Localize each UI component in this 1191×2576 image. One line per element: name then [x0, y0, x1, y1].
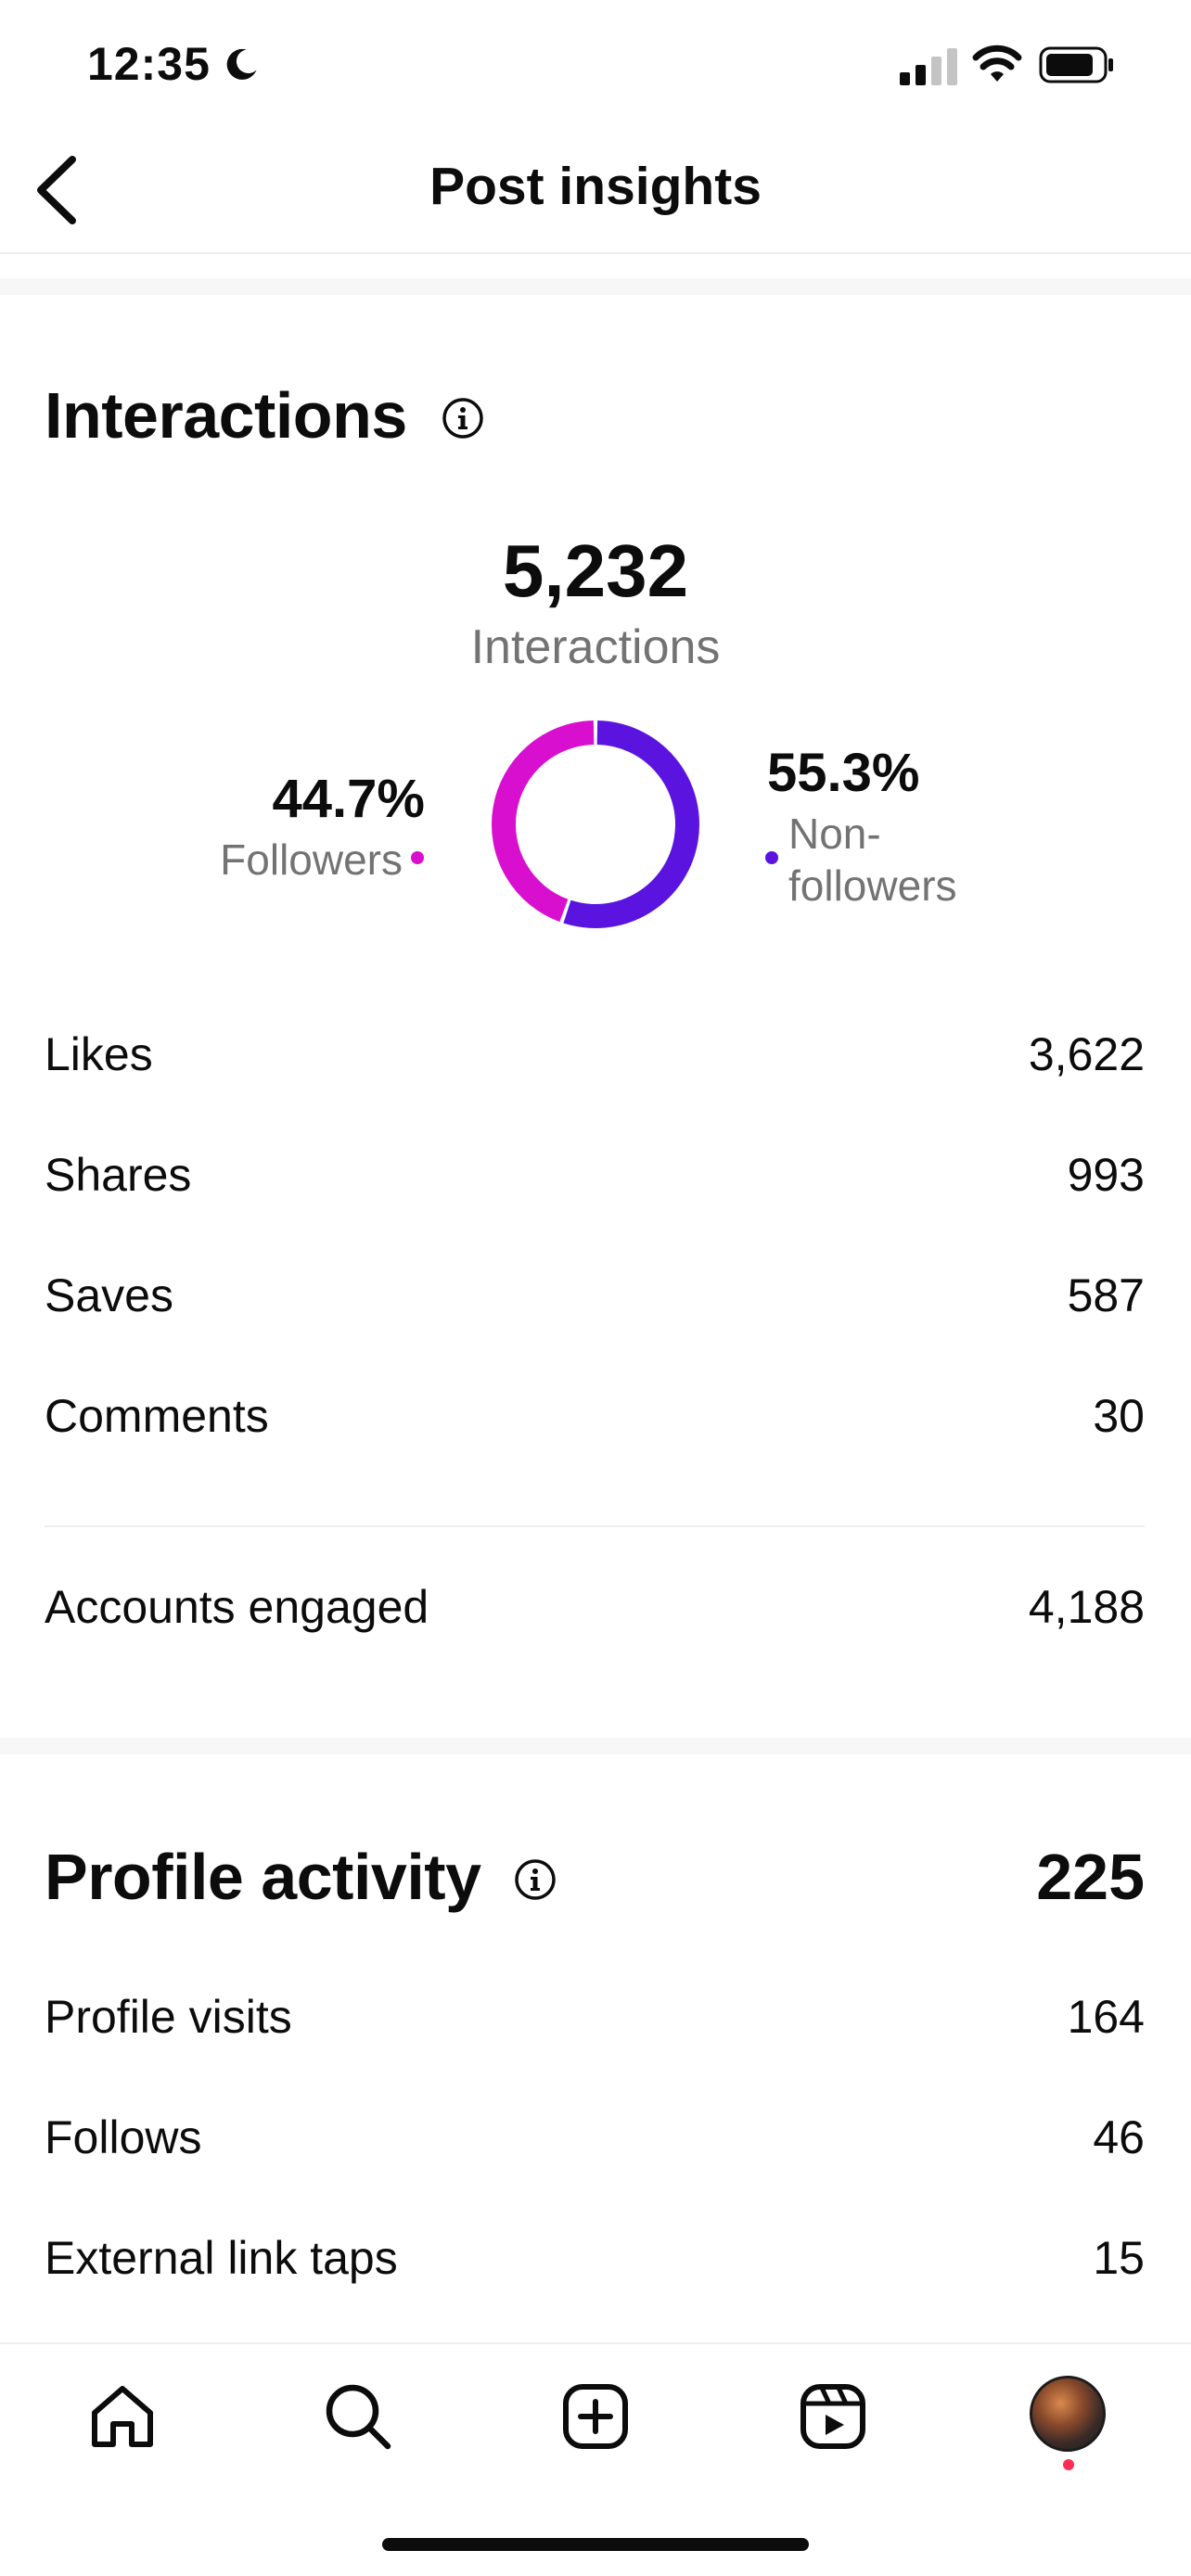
- interactions-total: 5,232: [502, 529, 689, 612]
- profile-activity-total: 225: [1036, 1841, 1145, 1913]
- profile-visits-value: 164: [1067, 1991, 1145, 2043]
- wifi-icon: [972, 45, 1022, 82]
- saves-value: 587: [1067, 1269, 1145, 1321]
- comments-label: Comments: [45, 1390, 269, 1442]
- follows-label: Follows: [45, 2111, 202, 2163]
- page-title: Post insights: [429, 157, 762, 216]
- moon-icon: [226, 48, 257, 80]
- search-icon[interactable]: [321, 2379, 395, 2454]
- home-icon[interactable]: [85, 2379, 160, 2454]
- status-time: 12:35: [87, 38, 211, 90]
- likes-label: Likes: [45, 1028, 153, 1080]
- comments-value: 30: [1093, 1390, 1145, 1442]
- shares-value: 993: [1067, 1149, 1145, 1201]
- non-followers-label-line2: followers: [788, 861, 957, 910]
- donut-chart-group: [492, 721, 699, 928]
- followers-label: Followers: [220, 835, 403, 884]
- likes-value: 3,622: [1028, 1028, 1145, 1080]
- profile-avatar[interactable]: [1030, 2376, 1106, 2452]
- external-link-taps-label: External link taps: [45, 2232, 398, 2284]
- rows-divider: [45, 1525, 1145, 1527]
- non-followers-legend-dot: [765, 851, 778, 864]
- home-indicator: [382, 2538, 809, 2551]
- create-post-icon[interactable]: [558, 2379, 633, 2454]
- battery-icon: [1039, 46, 1113, 83]
- followers-percent: 44.7%: [272, 769, 425, 829]
- reels-icon[interactable]: [796, 2379, 870, 2454]
- shares-label: Shares: [45, 1149, 192, 1201]
- header-divider: [0, 252, 1191, 254]
- accounts-engaged-label: Accounts engaged: [45, 1581, 429, 1633]
- donut-slice-non-followers: [563, 721, 699, 928]
- non-followers-percent: 55.3%: [767, 743, 920, 803]
- interactions-title: Interactions: [45, 379, 407, 452]
- section-separator: [0, 1738, 1191, 1754]
- profile-activity-title: Profile activity: [45, 1841, 481, 1913]
- interactions-donut-chart: [492, 721, 699, 928]
- bottom-nav-divider: [0, 2342, 1191, 2344]
- profile-visits-label: Profile visits: [45, 1991, 292, 2043]
- donut-slice-followers: [492, 721, 595, 923]
- info-icon[interactable]: [514, 1858, 557, 1901]
- section-separator: [0, 278, 1191, 295]
- non-followers-label-line1: Non-: [788, 810, 881, 858]
- external-link-taps-value: 15: [1093, 2232, 1145, 2284]
- info-icon[interactable]: [442, 397, 484, 440]
- saves-label: Saves: [45, 1269, 173, 1321]
- accounts-engaged-value: 4,188: [1028, 1581, 1145, 1633]
- interactions-total-label: Interactions: [470, 620, 721, 674]
- followers-legend-dot: [411, 851, 424, 864]
- notification-dot: [1063, 2459, 1074, 2470]
- cellular-signal-icon: [900, 48, 957, 85]
- follows-value: 46: [1093, 2111, 1145, 2163]
